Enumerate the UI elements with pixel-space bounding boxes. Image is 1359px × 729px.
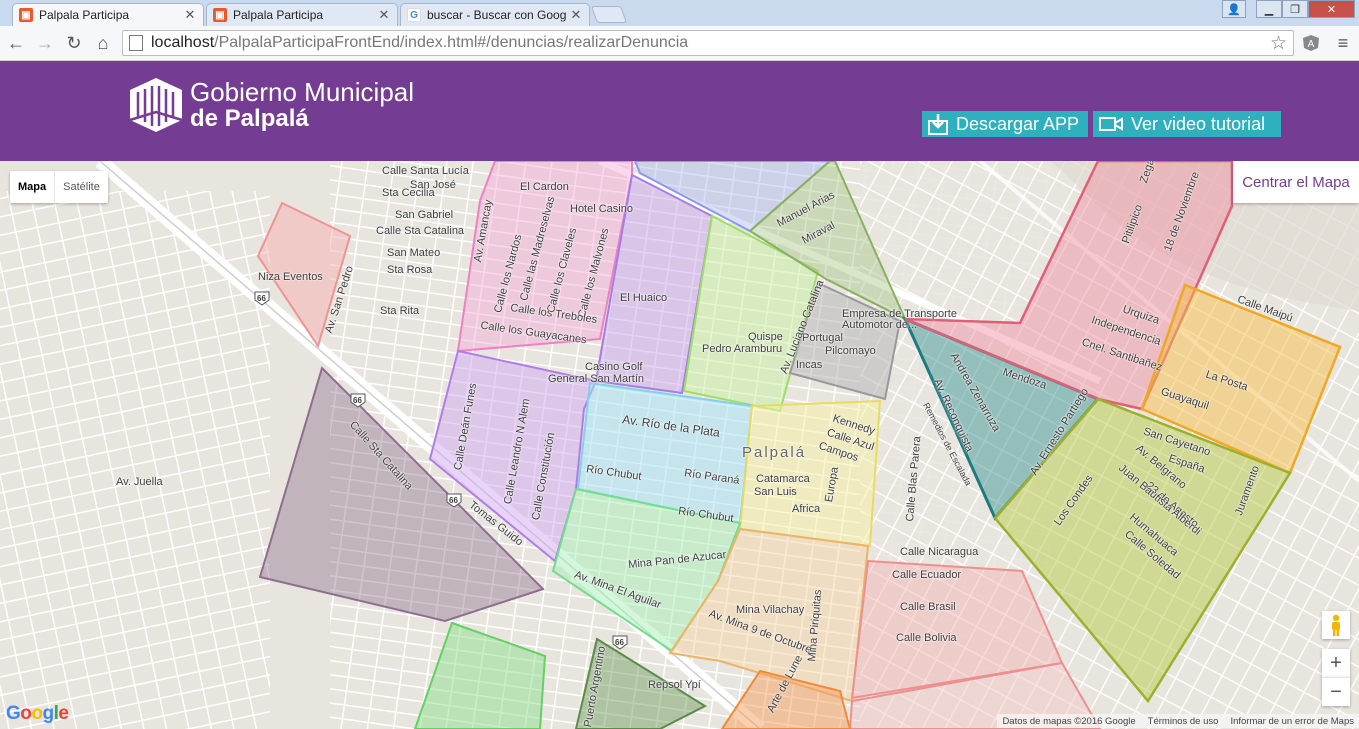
close-window-button[interactable]: ✕: [1308, 0, 1355, 18]
street-label: Calle Bolivia: [896, 632, 957, 644]
tab-title: buscar - Buscar con Goog: [427, 8, 567, 22]
bookmark-star-icon[interactable]: ☆: [1270, 32, 1287, 55]
map-tiles: [0, 161, 1359, 729]
zoom-out-button[interactable]: −: [1322, 677, 1350, 706]
menu-icon[interactable]: ≡: [1332, 32, 1354, 54]
home-icon[interactable]: ⌂: [92, 32, 114, 54]
back-icon[interactable]: ←: [5, 32, 27, 54]
street-label: Calle Nicaragua: [900, 546, 979, 558]
reload-icon[interactable]: ↻: [63, 32, 85, 54]
street-label: Incas: [796, 359, 823, 371]
map-type-control: Mapa Satélite: [10, 171, 108, 203]
tab-title: Palpala Participa: [39, 8, 130, 22]
town-label: Palpalá: [742, 444, 807, 461]
browser-tab[interactable]: G buscar - Buscar con Goog ✕: [400, 3, 590, 26]
poi-label: Hotel Casino: [570, 203, 633, 215]
logo-subtitle: de Palpalá: [190, 105, 309, 132]
palpala-favicon-icon: ▣: [19, 8, 33, 22]
street-label: Sta Rosa: [387, 264, 433, 276]
street-label: Sta Rita: [380, 305, 420, 317]
report-error-link[interactable]: Informar de un error de Maps: [1230, 716, 1354, 727]
street-label: Catamarca: [756, 473, 810, 485]
poi-label: Niza Eventos: [258, 271, 323, 283]
map-canvas[interactable]: Calle Santa Lucía Sta Cecilia San José S…: [0, 161, 1359, 729]
street-label: Calle Ecuador: [892, 569, 962, 581]
street-label: San Gabriel: [395, 209, 454, 221]
route-66-shield: 66: [257, 294, 266, 303]
video-tutorial-button[interactable]: Ver video tutorial: [1093, 111, 1281, 137]
poi-label: Casino Golf: [585, 361, 643, 373]
street-label: Portugal: [802, 332, 843, 344]
street-label: El Huaico: [620, 292, 668, 304]
route-66-shield: 66: [353, 396, 362, 405]
download-app-button[interactable]: Descargar APP: [922, 111, 1088, 137]
close-tab-icon[interactable]: ✕: [569, 7, 583, 23]
street-label: Av. Juella: [116, 476, 163, 488]
street-label: Calle Santa Lucía: [382, 165, 469, 177]
street-label: General San Martín: [548, 373, 644, 385]
app-header: Gobierno Municipal de Palpalá Descargar …: [0, 61, 1359, 161]
logo-title: Gobierno Municipal: [190, 77, 415, 107]
street-label: San Luis: [754, 486, 797, 498]
street-label: El Cardon: [520, 181, 569, 193]
browser-tab-strip: ▣ Palpala Participa ✕ ▣ Palpala Particip…: [0, 0, 1359, 26]
poi-label: Repsol Ypí: [648, 679, 701, 691]
restore-button[interactable]: ❐: [1282, 0, 1308, 18]
tab-title: Palpala Participa: [233, 8, 324, 22]
street-label: Pilcomayo: [825, 345, 876, 357]
close-tab-icon[interactable]: ✕: [183, 7, 197, 23]
address-bar[interactable]: localhost/PalpalaParticipaFrontEnd/index…: [122, 30, 1294, 56]
map-attribution: Datos de mapas ©2016 Google Términos de …: [997, 714, 1359, 728]
page-icon: [129, 35, 143, 51]
terms-of-use-link[interactable]: Términos de uso: [1148, 716, 1219, 727]
street-label: Mina Vilachay: [736, 604, 805, 616]
google-favicon-icon: G: [407, 8, 421, 22]
map-type-mapa[interactable]: Mapa: [10, 171, 54, 203]
center-map-button[interactable]: Centrar el Mapa: [1233, 161, 1359, 203]
map-type-satelite[interactable]: Satélite: [54, 171, 108, 203]
video-camera-icon: [1099, 117, 1123, 131]
street-label: San José: [410, 179, 456, 191]
street-label: San Mateo: [387, 247, 441, 259]
poi-label: Automotor de...: [842, 319, 918, 331]
municipal-logo[interactable]: Gobierno Municipal de Palpalá: [128, 76, 414, 134]
street-label: Africa: [792, 503, 821, 515]
video-tutorial-label: Ver video tutorial: [1131, 113, 1266, 134]
download-app-label: Descargar APP: [956, 113, 1080, 134]
municipal-emblem-icon: [129, 78, 183, 132]
google-logo[interactable]: Google: [6, 703, 69, 725]
url-path: /PalpalaParticipaFrontEnd/index.html#/de…: [214, 34, 689, 51]
forward-icon[interactable]: →: [34, 32, 56, 54]
browser-tab-active[interactable]: ▣ Palpala Participa ✕: [12, 3, 204, 26]
route-66-shield: 66: [449, 496, 458, 505]
download-icon: [928, 114, 948, 135]
palpala-favicon-icon: ▣: [213, 8, 227, 22]
street-view-pegman-icon[interactable]: [1322, 611, 1350, 639]
browser-tab[interactable]: ▣ Palpala Participa ✕: [206, 3, 398, 26]
url-host: localhost: [151, 34, 215, 51]
new-tab-button[interactable]: [590, 6, 628, 23]
street-label: Calle Sta Catalina: [376, 225, 465, 237]
street-label: Pedro Aramburu: [702, 343, 783, 355]
extension-icon[interactable]: A: [1300, 32, 1322, 54]
browser-toolbar: ← → ↻ ⌂ localhost/PalpalaParticipaFrontE…: [0, 26, 1359, 61]
zoom-in-button[interactable]: +: [1322, 649, 1350, 677]
user-profile-icon[interactable]: 👤: [1222, 0, 1246, 18]
street-label: Quispe: [748, 331, 783, 343]
close-tab-icon[interactable]: ✕: [377, 7, 391, 23]
minimize-button[interactable]: ▁: [1256, 0, 1282, 18]
map-data-credit: Datos de mapas ©2016 Google: [1002, 715, 1136, 727]
street-label: Calle Brasil: [900, 601, 956, 613]
route-66-shield: 66: [615, 638, 624, 647]
svg-text:A: A: [1308, 39, 1315, 50]
